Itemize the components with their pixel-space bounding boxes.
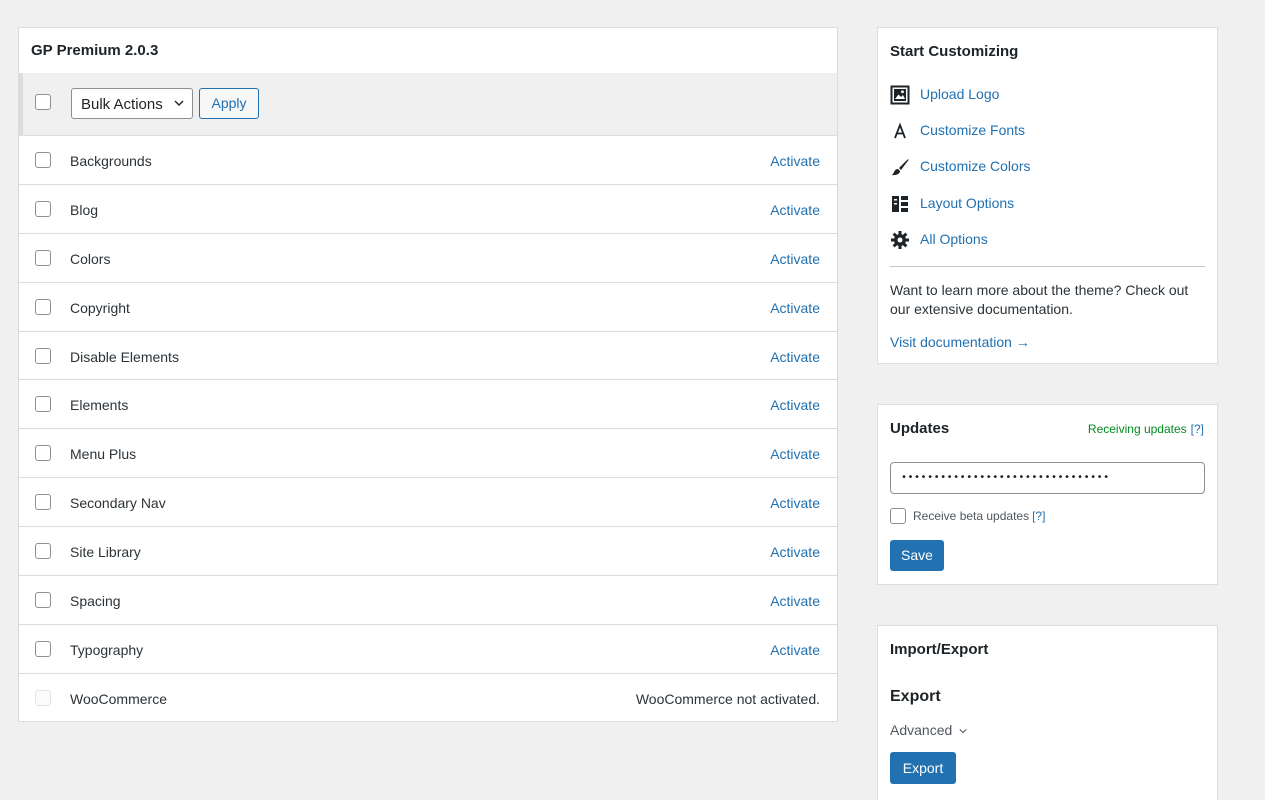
module-status-note: WooCommerce not activated. xyxy=(635,690,820,707)
license-key-input[interactable]: •••••••••••••••••••••••••••••••• xyxy=(890,462,1205,494)
module-checkbox[interactable] xyxy=(35,592,51,609)
module-row-copyright: Copyright Activate xyxy=(19,283,837,332)
advanced-label: Advanced xyxy=(890,722,953,738)
module-name: Menu Plus xyxy=(70,446,137,463)
module-row-backgrounds: Backgrounds Activate xyxy=(19,136,837,185)
module-checkbox[interactable] xyxy=(35,494,51,511)
module-checkbox[interactable] xyxy=(35,445,51,462)
gear-icon xyxy=(891,231,909,249)
module-name: Secondary Nav xyxy=(70,495,166,512)
bulk-actions-bar: Bulk Actions Apply xyxy=(19,73,837,136)
activate-link[interactable]: Activate xyxy=(770,544,820,560)
module-checkbox[interactable] xyxy=(35,640,51,657)
beta-updates-checkbox[interactable] xyxy=(890,508,906,524)
visit-documentation-link[interactable]: Visit documentation → xyxy=(890,334,1030,350)
modules-title: GP Premium 2.0.3 xyxy=(31,42,159,59)
customize-item-all-options: All Options xyxy=(890,229,1190,251)
learn-more-text: Want to learn more about the theme? Chec… xyxy=(890,282,1189,317)
save-button[interactable]: Save xyxy=(890,540,944,571)
customize-item-upload-logo: Upload Logo xyxy=(890,84,1190,106)
activate-link[interactable]: Activate xyxy=(770,202,820,218)
module-row-colors: Colors Activate xyxy=(19,234,837,283)
beta-updates-option: Receive beta updates [?] xyxy=(890,508,1045,525)
customize-item-colors: Customize Colors xyxy=(890,156,1190,178)
export-heading: Export xyxy=(890,688,941,705)
chevron-down-icon xyxy=(174,100,184,106)
upload-logo-link[interactable]: Upload Logo xyxy=(920,86,999,102)
module-name: Site Library xyxy=(70,544,141,561)
customize-divider xyxy=(890,266,1205,267)
modules-panel: GP Premium 2.0.3 Bulk Actions Apply Back… xyxy=(18,27,838,722)
font-icon xyxy=(894,122,906,139)
activate-link[interactable]: Activate xyxy=(770,593,820,609)
activate-link[interactable]: Activate xyxy=(770,251,820,267)
activate-link[interactable]: Activate xyxy=(770,397,820,413)
bulk-actions-select[interactable]: Bulk Actions xyxy=(71,88,193,119)
module-row-elements: Elements Activate xyxy=(19,380,837,430)
customize-colors-link[interactable]: Customize Colors xyxy=(920,158,1030,174)
module-checkbox[interactable] xyxy=(35,543,51,560)
activate-link[interactable]: Activate xyxy=(770,349,820,365)
layout-options-link[interactable]: Layout Options xyxy=(920,195,1014,211)
paintbrush-icon xyxy=(892,159,909,176)
activate-link[interactable]: Activate xyxy=(770,446,820,462)
module-checkbox-disabled xyxy=(35,689,51,706)
module-checkbox[interactable] xyxy=(35,152,51,168)
module-checkbox[interactable] xyxy=(35,200,51,217)
import-export-panel: Import/Export Export Advanced Export xyxy=(877,625,1218,800)
activate-link[interactable]: Activate xyxy=(770,153,820,169)
select-all-checkbox[interactable] xyxy=(35,94,51,110)
update-status-help-link[interactable]: [?] xyxy=(1191,422,1204,436)
update-status-text: Receiving updates xyxy=(1087,422,1187,436)
module-row-disable-elements: Disable Elements Activate xyxy=(19,332,837,381)
module-row-site-library: Site Library Activate xyxy=(19,527,837,577)
module-row-typography: Typography Activate xyxy=(19,625,837,674)
customize-title: Start Customizing xyxy=(890,43,1019,60)
module-checkbox[interactable] xyxy=(35,298,51,315)
beta-help-link[interactable]: [?] xyxy=(1032,509,1045,523)
module-name: Spacing xyxy=(70,593,121,610)
customize-item-fonts: Customize Fonts xyxy=(890,120,1190,142)
image-icon xyxy=(890,85,910,105)
module-checkbox[interactable] xyxy=(35,396,51,413)
module-name: Typography xyxy=(70,641,144,658)
chevron-down-icon xyxy=(959,729,967,734)
updates-panel: Updates Receiving updates [?] •••••••••••… xyxy=(877,404,1218,585)
bulk-actions-value: Bulk Actions xyxy=(81,96,163,113)
apply-button[interactable]: Apply xyxy=(199,88,259,119)
beta-updates-label: Receive beta updates xyxy=(913,509,1030,524)
module-name: Elements xyxy=(70,397,129,414)
export-button[interactable]: Export xyxy=(890,752,956,784)
module-row-spacing: Spacing Activate xyxy=(19,576,837,625)
import-export-title: Import/Export xyxy=(890,641,989,658)
updates-title: Updates xyxy=(890,420,950,437)
module-list: Backgrounds Activate Blog Activate Color… xyxy=(19,136,837,723)
module-name: Copyright xyxy=(70,299,130,316)
customize-item-layout: Layout Options xyxy=(890,193,1190,215)
activate-link[interactable]: Activate xyxy=(770,495,820,511)
update-status: Receiving updates [?] xyxy=(1088,422,1204,436)
module-name: Colors xyxy=(70,250,111,267)
module-name: Disable Elements xyxy=(70,348,179,365)
module-row-secondary-nav: Secondary Nav Activate xyxy=(19,478,837,528)
activate-link[interactable]: Activate xyxy=(770,300,820,316)
module-name: Blog xyxy=(70,201,99,218)
module-row-blog: Blog Activate xyxy=(19,185,837,234)
all-options-link[interactable]: All Options xyxy=(920,231,988,247)
start-customizing-panel: Start Customizing Upload Logo Customize … xyxy=(877,27,1218,364)
layout-icon xyxy=(892,196,908,212)
advanced-toggle[interactable]: Advanced xyxy=(890,722,967,738)
module-checkbox[interactable] xyxy=(35,347,51,364)
module-name: WooCommerce xyxy=(70,690,167,707)
customize-fonts-link[interactable]: Customize Fonts xyxy=(920,122,1025,138)
module-name: Backgrounds xyxy=(70,153,152,169)
module-row-woocommerce: WooCommerce WooCommerce not activated. xyxy=(19,674,837,723)
activate-link[interactable]: Activate xyxy=(770,642,820,658)
module-row-menu-plus: Menu Plus Activate xyxy=(19,429,837,479)
module-checkbox[interactable] xyxy=(35,249,51,266)
